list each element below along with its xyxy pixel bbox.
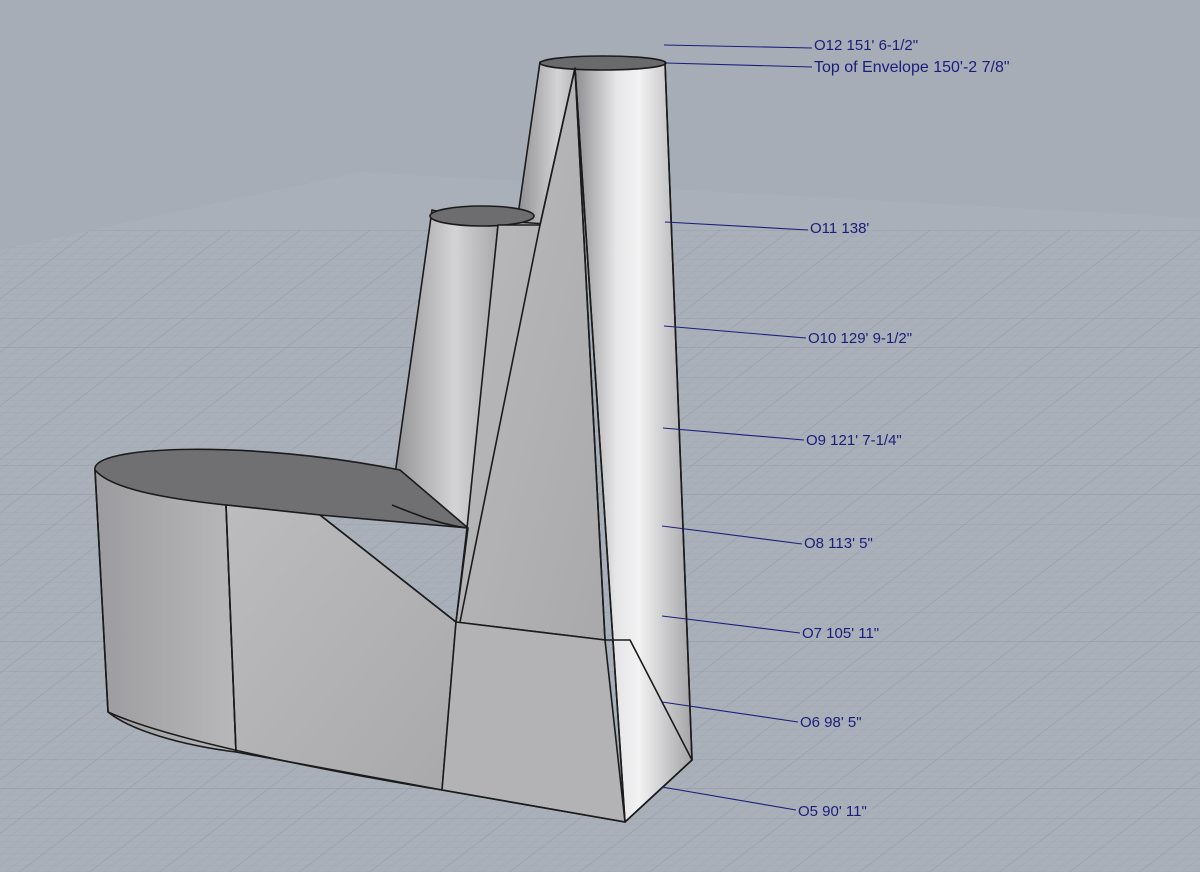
level-label-top-of-envelope: Top of Envelope 150'-2 7/8" [814, 59, 1010, 76]
mid-cylinder-top [429, 205, 535, 227]
level-label-o6: O6 98' 5" [800, 714, 862, 731]
3d-viewport[interactable]: O12 151' 6-1/2" Top of Envelope 150'-2 7… [0, 0, 1200, 872]
level-label-o9: O9 121' 7-1/4" [806, 432, 902, 449]
level-label-o7: O7 105' 11" [802, 625, 879, 642]
base-curved-end [94, 469, 237, 753]
level-label-o8: O8 113' 5" [804, 535, 873, 552]
level-label-o11: O11 138' [810, 220, 869, 237]
perspective-view[interactable]: O12 151' 6-1/2" Top of Envelope 150'-2 7… [0, 0, 1200, 872]
level-label-o10: O10 129' 9-1/2" [808, 330, 912, 347]
level-label-o12: O12 151' 6-1/2" [814, 37, 918, 54]
level-label-o5: O5 90' 11" [798, 803, 867, 820]
base-front-face [441, 621, 626, 823]
upper-stack-top [539, 55, 667, 71]
